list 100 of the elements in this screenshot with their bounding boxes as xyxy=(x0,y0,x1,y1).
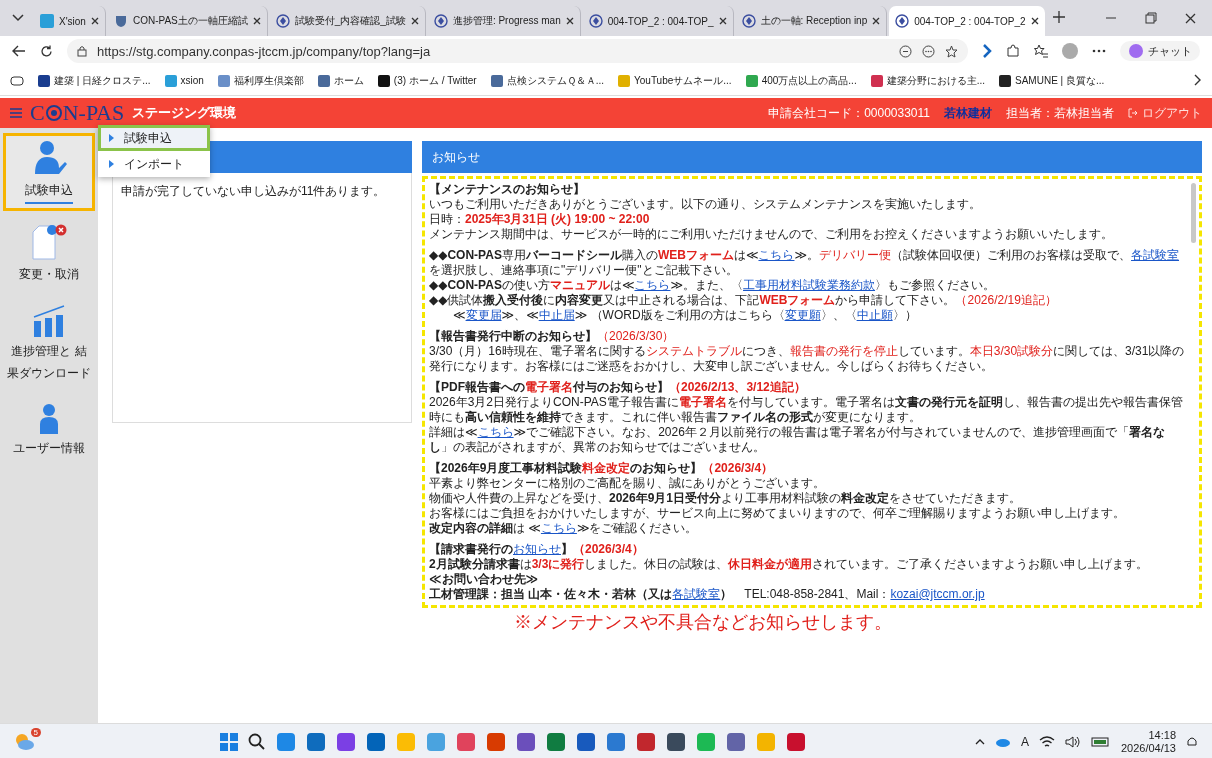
notice-text: ◆◆CON-PASの使い方マニュアルは≪こちら≫。また、〈工事用材料試験業務約款〉もご参照ください。 xyxy=(429,278,997,293)
app-icon[interactable] xyxy=(726,732,746,752)
app-icon[interactable] xyxy=(306,732,326,752)
app-icon[interactable] xyxy=(366,732,386,752)
copilot-button[interactable]: チャット xyxy=(1120,41,1200,61)
bookmark-link[interactable]: xsion xyxy=(164,74,204,87)
wifi-icon[interactable] xyxy=(1038,736,1055,748)
link[interactable]: お知らせ xyxy=(513,542,561,556)
link[interactable]: 工事用材料試験業務約款 xyxy=(743,278,876,292)
zoom-out-icon[interactable] xyxy=(899,44,912,58)
app-icon[interactable] xyxy=(606,732,626,752)
company-name: 若林建材 xyxy=(944,104,992,122)
address-bar[interactable]: https://stg.company.conpas-jtccm.jp/company/top?lang=ja xyxy=(67,39,968,63)
app-icon[interactable] xyxy=(636,732,656,752)
bookmark-link[interactable]: 建築 | 日経クロステ... xyxy=(38,73,151,88)
speaker-icon[interactable] xyxy=(1064,736,1081,748)
search-icon[interactable] xyxy=(248,733,266,751)
bookmark-link[interactable]: ホーム xyxy=(317,73,364,88)
chevron-up-icon[interactable] xyxy=(974,739,985,745)
close-icon[interactable] xyxy=(872,17,881,25)
bookmark-favicon-icon xyxy=(317,74,330,87)
user-name: 担当者：若林担当者 xyxy=(1006,104,1114,122)
reading-view-icon[interactable] xyxy=(10,75,24,86)
link[interactable]: こちら xyxy=(634,278,671,292)
notice-text: 【請求書発行のお知らせ】（2026/3/4） xyxy=(429,542,645,557)
close-icon[interactable] xyxy=(718,17,727,25)
app-icon[interactable] xyxy=(576,732,596,752)
sidebar-item[interactable]: 進捗管理と 結果ダウンロード xyxy=(3,298,95,392)
notice-text: ◆◆CON-PAS専用バーコードシール購入のWEBフォームは≪こちら≫。デリバリー便（試験体回収便）ご利用のお客様は受取で、各試験室 を選択肢し、連絡事項に"デリバリー便"とご記載下さい。 xyxy=(429,248,1181,278)
diamond-logo-icon xyxy=(275,14,290,28)
chevron-right-icon[interactable] xyxy=(1194,73,1202,86)
sidebar-item[interactable]: 試験申込 xyxy=(3,133,95,211)
star-icon[interactable] xyxy=(945,44,958,58)
notice-text: 【報告書発行中断のお知らせ】（2026/3/30） xyxy=(429,329,676,344)
bookmark-link[interactable]: SAMUNE | 良質な... xyxy=(999,73,1105,88)
chevron-down-icon[interactable] xyxy=(12,14,24,22)
link[interactable]: こちら xyxy=(540,521,577,535)
link[interactable]: 各試験室 xyxy=(672,587,721,601)
restore-icon[interactable] xyxy=(1145,12,1157,24)
bookmark-favicon-icon xyxy=(999,74,1011,87)
notice-text: 物価や人件費の上昇などを受け、2026年9月1日受付分より工事用材料試験の料金改定をさせていただきます。 xyxy=(429,491,1023,506)
reload-icon[interactable] xyxy=(40,44,53,58)
app-icon[interactable] xyxy=(336,732,356,752)
diamond-logo-icon xyxy=(741,14,756,28)
scrollbar[interactable] xyxy=(1191,183,1196,243)
menu-item[interactable]: インポート xyxy=(98,151,210,177)
bookmark-link[interactable]: 建築分野における主... xyxy=(870,73,985,88)
weather-icon[interactable] xyxy=(14,732,34,750)
clock[interactable]: 14:18 2026/04/13 xyxy=(1120,729,1176,755)
link[interactable]: 中止願 xyxy=(856,308,893,322)
menu-icon[interactable] xyxy=(1092,49,1106,53)
close-icon[interactable] xyxy=(410,17,419,25)
link[interactable]: こちら xyxy=(758,248,795,262)
bookmark-link[interactable]: 400万点以上の高品... xyxy=(745,73,857,88)
app-icon[interactable] xyxy=(456,732,476,752)
notice-text: 日時：2025年3月31日 (火) 19:00 ~ 22:00 xyxy=(429,212,651,227)
favorites-icon[interactable] xyxy=(1034,44,1048,58)
link[interactable]: 変更願 xyxy=(784,308,821,322)
cloud-icon[interactable] xyxy=(994,737,1011,747)
bookmark-favicon-icon xyxy=(38,74,50,87)
close-icon[interactable] xyxy=(565,17,574,25)
battery-icon[interactable] xyxy=(1090,737,1111,747)
close-icon[interactable] xyxy=(1185,12,1196,24)
link[interactable]: 変更届 xyxy=(465,308,502,322)
link[interactable]: こちら xyxy=(477,425,514,439)
sidebar-item[interactable]: ユーザー情報 xyxy=(3,397,95,467)
bookmark-link[interactable]: 点検システムＱ＆Ａ... xyxy=(490,73,604,88)
app-icon[interactable] xyxy=(546,732,566,752)
app-icon[interactable] xyxy=(486,732,506,752)
back-icon[interactable] xyxy=(12,45,26,57)
input-indicator[interactable]: A xyxy=(1020,735,1029,749)
notice-text: 【メンテナンスのお知らせ】 xyxy=(429,182,586,197)
notice-text: 2026年3月2日発行よりCON-PAS電子報告書に電子署名を付与しています。電子署名は文書の発行元を証明 し、報告書の提出先や報告書保管時にも高い信頼性を維持できます。これに伴い報告書ファイル名の形式が変更になります。 xyxy=(429,395,1184,425)
link[interactable]: kozai@jtccm.or.jp xyxy=(890,587,985,601)
notice-text: ≪お問い合わせ先≫ xyxy=(429,572,540,587)
sidebar-item[interactable]: 変更・取消 xyxy=(3,216,95,293)
bookmark-link[interactable]: (3) ホーム / Twitter xyxy=(377,73,477,88)
diamond-logo-icon xyxy=(895,14,910,28)
app-icon[interactable] xyxy=(516,732,536,752)
app-icon[interactable] xyxy=(786,732,806,752)
annotation-note: ※メンテナンスや不具合などお知らせします。 xyxy=(513,611,893,634)
notice-text: 3/30（月）16時現在、電子署名に関するシステムトラブルにつき、報告書の発行を停止しています。本日3/30試験分に関しては、3/31以降の発行になります。お客様にはご迷惑をおかけし、大変申し訳ございません。今しばらくお待ちください。 xyxy=(429,344,1186,374)
link[interactable]: 各試験室 xyxy=(1131,248,1180,262)
conpas-logo: C N-PAS xyxy=(30,102,125,124)
document-edit-icon xyxy=(31,223,67,260)
browser-tab[interactable]: 004-TOP_2 : 004-TOP_2 xyxy=(889,6,1045,36)
new-tab-icon[interactable] xyxy=(1052,11,1065,23)
more-icon[interactable] xyxy=(922,44,935,58)
close-icon[interactable] xyxy=(90,17,99,25)
link[interactable]: 中止届 xyxy=(538,308,575,322)
app-icon[interactable] xyxy=(666,732,686,752)
bookmark-link[interactable]: 福利厚生倶楽部 xyxy=(217,73,304,88)
notice-title: お知らせ xyxy=(422,141,1202,173)
windows-logo-icon[interactable] xyxy=(220,733,238,751)
close-icon[interactable] xyxy=(252,17,261,25)
extension-icon[interactable] xyxy=(982,44,992,58)
close-icon[interactable] xyxy=(1030,17,1039,25)
menu-item[interactable]: 試験申込 xyxy=(98,125,210,151)
environment-label: ステージング環境 xyxy=(132,104,237,122)
bookmark-link[interactable]: YouTubeサムネール... xyxy=(618,73,732,88)
